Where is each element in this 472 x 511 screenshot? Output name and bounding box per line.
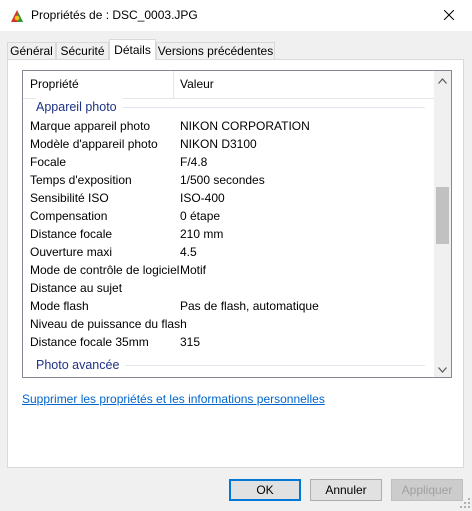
property-name: Distance focale 35mm bbox=[30, 335, 149, 349]
group-camera-label: Appareil photo bbox=[36, 98, 123, 116]
property-row[interactable]: Ouverture maxi 4.5 bbox=[23, 243, 435, 261]
property-row[interactable]: Focale F/4.8 bbox=[23, 153, 435, 171]
ok-button[interactable]: OK bbox=[229, 479, 301, 501]
property-row[interactable]: Modèle d'appareil photo NIKON D3100 bbox=[23, 135, 435, 153]
property-row[interactable]: Distance focale 35mm 315 bbox=[23, 333, 435, 351]
property-name: Focale bbox=[30, 155, 67, 169]
group-advanced-label: Photo avancée bbox=[36, 356, 126, 374]
property-row[interactable]: Temps d'exposition 1/500 secondes bbox=[23, 171, 435, 189]
property-name: Niveau de puissance du flash bbox=[30, 317, 187, 331]
tab-security[interactable]: Sécurité bbox=[56, 42, 109, 59]
property-value[interactable]: Pas de flash, automatique bbox=[180, 297, 319, 315]
property-value[interactable]: 210 mm bbox=[180, 225, 223, 243]
scroll-up-button[interactable] bbox=[434, 71, 451, 88]
tab-general[interactable]: Général bbox=[7, 42, 56, 59]
property-value[interactable]: NIKON CORPORATION bbox=[180, 117, 310, 135]
column-separator[interactable] bbox=[173, 71, 174, 98]
property-value[interactable]: F/4.8 bbox=[180, 153, 207, 171]
property-name: Ouverture maxi bbox=[30, 245, 113, 259]
property-row[interactable]: Mode flash Pas de flash, automatique bbox=[23, 297, 435, 315]
property-name: Distance au sujet bbox=[30, 281, 123, 295]
group-camera[interactable]: Appareil photo bbox=[23, 98, 435, 116]
window-title: Propriétés de : DSC_0003.JPG bbox=[31, 8, 198, 22]
remove-properties-link[interactable]: Supprimer les propriétés et les informat… bbox=[22, 392, 325, 406]
property-name: Distance focale bbox=[30, 227, 113, 241]
resize-grip-icon[interactable] bbox=[460, 497, 470, 508]
property-name: Mode flash bbox=[30, 299, 89, 313]
group-advanced[interactable]: Photo avancée bbox=[23, 356, 435, 374]
property-value[interactable]: 1/500 secondes bbox=[180, 171, 265, 189]
property-name: Temps d'exposition bbox=[30, 173, 132, 187]
property-row[interactable]: Sensibilité ISO ISO-400 bbox=[23, 189, 435, 207]
property-name: Marque appareil photo bbox=[30, 119, 151, 133]
property-value[interactable]: 0 étape bbox=[180, 207, 220, 225]
vertical-scrollbar[interactable] bbox=[434, 71, 451, 377]
property-name: Sensibilité ISO bbox=[30, 191, 109, 205]
property-row[interactable]: Distance focale 210 mm bbox=[23, 225, 435, 243]
property-row[interactable]: Marque appareil photo NIKON CORPORATION bbox=[23, 117, 435, 135]
close-icon bbox=[443, 9, 455, 23]
scroll-down-button[interactable] bbox=[434, 360, 451, 377]
property-name: Modèle d'appareil photo bbox=[30, 137, 158, 151]
apply-button[interactable]: Appliquer bbox=[391, 479, 463, 501]
property-name: Mode de contrôle de logiciel bbox=[30, 263, 180, 277]
column-header-property[interactable]: Propriété bbox=[30, 71, 79, 98]
property-name: Compensation bbox=[30, 209, 108, 223]
property-row[interactable]: Distance au sujet bbox=[23, 279, 435, 297]
property-value[interactable]: ISO-400 bbox=[180, 189, 225, 207]
column-header: Propriété Valeur bbox=[23, 71, 435, 99]
property-row[interactable]: Niveau de puissance du flash bbox=[23, 315, 435, 333]
property-value[interactable]: Motif bbox=[180, 261, 206, 279]
tab-previous-versions[interactable]: Versions précédentes bbox=[156, 42, 275, 59]
column-header-value[interactable]: Valeur bbox=[180, 71, 214, 98]
scroll-thumb[interactable] bbox=[436, 187, 449, 244]
photo-app-icon bbox=[9, 8, 25, 24]
property-value[interactable]: NIKON D3100 bbox=[180, 135, 257, 153]
chevron-up-icon bbox=[438, 73, 447, 87]
property-value[interactable]: 315 bbox=[180, 333, 200, 351]
title-bar: Propriétés de : DSC_0003.JPG bbox=[0, 0, 472, 31]
chevron-down-icon bbox=[438, 362, 447, 376]
property-row[interactable]: Compensation 0 étape bbox=[23, 207, 435, 225]
properties-list[interactable]: Propriété Valeur Appareil photo Marque a… bbox=[22, 70, 452, 378]
close-button[interactable] bbox=[426, 0, 472, 31]
property-row[interactable]: Mode de contrôle de logiciel Motif bbox=[23, 261, 435, 279]
property-value[interactable]: 4.5 bbox=[180, 243, 197, 261]
tab-details[interactable]: Détails bbox=[109, 39, 156, 60]
cancel-button[interactable]: Annuler bbox=[310, 479, 382, 501]
